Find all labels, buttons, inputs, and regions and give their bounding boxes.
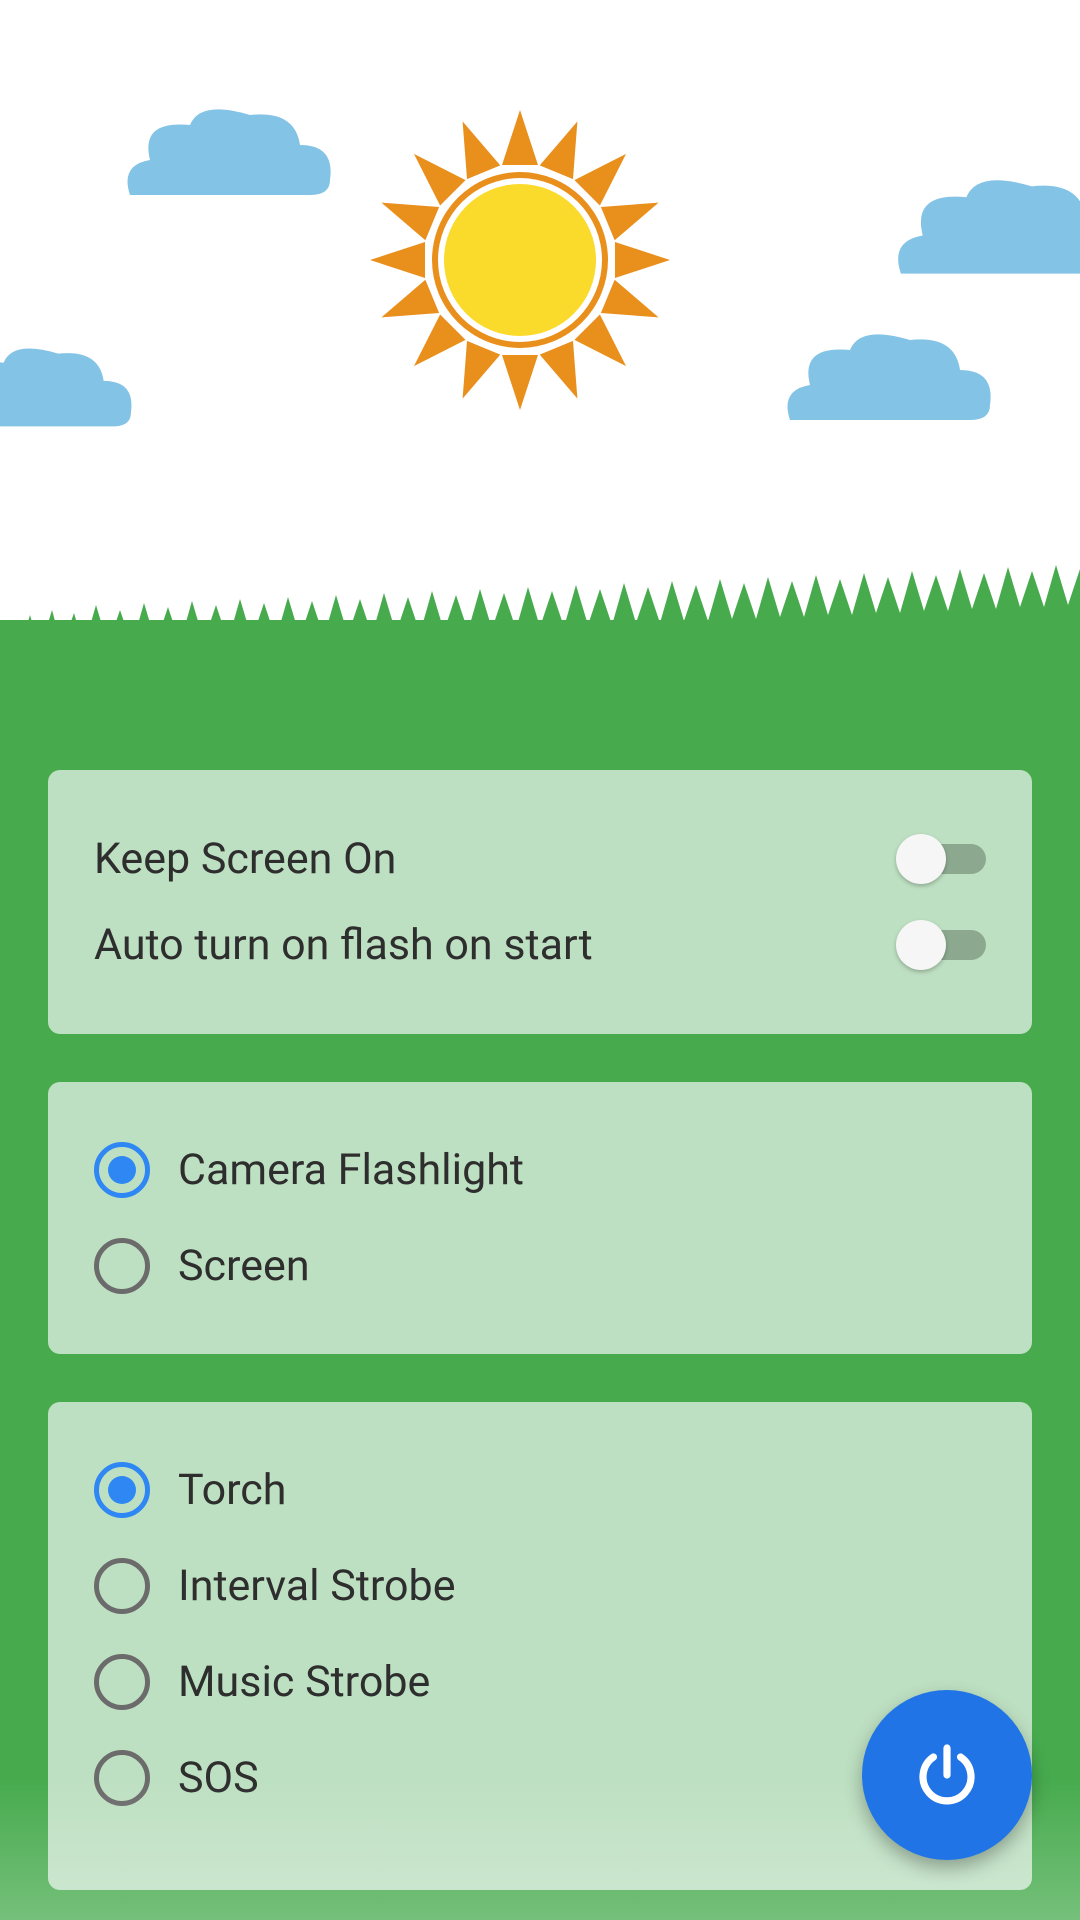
radio-indicator: [94, 1142, 150, 1198]
radio-label: Interval Strobe: [178, 1561, 456, 1611]
radio-camera-flashlight[interactable]: Camera Flashlight: [94, 1128, 986, 1212]
radio-label: SOS: [178, 1753, 259, 1803]
auto-flash-switch[interactable]: [896, 920, 986, 970]
light-source-card: Camera Flashlight Screen: [48, 1082, 1032, 1354]
radio-indicator: [94, 1462, 150, 1518]
sun-icon: [370, 110, 670, 410]
radio-interval-strobe[interactable]: Interval Strobe: [94, 1544, 986, 1628]
cloud-icon: [120, 105, 340, 205]
app-root: Keep Screen On Auto turn on flash on sta…: [0, 0, 1080, 1920]
cloud-icon: [0, 340, 140, 440]
keep-screen-on-switch[interactable]: [896, 834, 986, 884]
radio-indicator: [94, 1238, 150, 1294]
radio-indicator: [94, 1750, 150, 1806]
radio-label: Torch: [178, 1465, 286, 1515]
radio-music-strobe[interactable]: Music Strobe: [94, 1640, 986, 1724]
cloud-icon: [890, 175, 1080, 285]
auto-flash-row: Auto turn on flash on start: [94, 902, 986, 988]
radio-sos[interactable]: SOS: [94, 1736, 986, 1820]
radio-torch[interactable]: Torch: [94, 1448, 986, 1532]
power-icon: [911, 1739, 983, 1811]
radio-label: Music Strobe: [178, 1657, 430, 1707]
radio-screen[interactable]: Screen: [94, 1224, 986, 1308]
cloud-icon: [760, 330, 1020, 430]
keep-screen-on-row: Keep Screen On: [94, 816, 986, 902]
toggles-card: Keep Screen On Auto turn on flash on sta…: [48, 770, 1032, 1034]
sky-illustration: [0, 0, 1080, 640]
radio-indicator: [94, 1654, 150, 1710]
auto-flash-label: Auto turn on flash on start: [94, 920, 593, 970]
power-button[interactable]: [862, 1690, 1032, 1860]
keep-screen-on-label: Keep Screen On: [94, 834, 396, 884]
radio-indicator: [94, 1558, 150, 1614]
radio-label: Screen: [178, 1241, 310, 1291]
radio-label: Camera Flashlight: [178, 1145, 524, 1195]
